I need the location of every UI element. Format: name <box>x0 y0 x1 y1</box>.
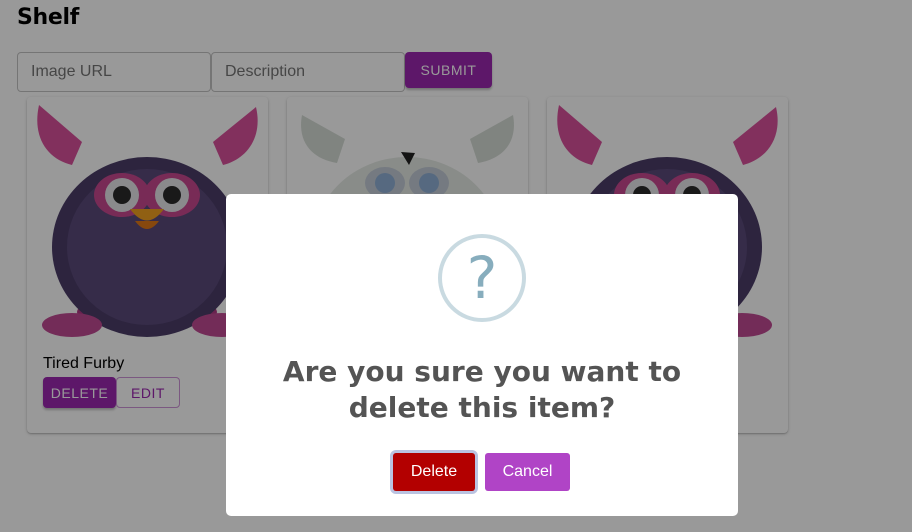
confirm-delete-dialog: ? Are you sure you want to delete this i… <box>226 194 738 516</box>
dialog-title: Are you sure you want to delete this ite… <box>282 355 682 424</box>
app-root: Shelf SUBMIT Tired Furby DELETE EDIT <box>0 0 912 532</box>
question-icon: ? <box>438 234 526 322</box>
confirm-delete-button[interactable]: Delete <box>393 453 475 491</box>
cancel-button[interactable]: Cancel <box>485 453 570 491</box>
